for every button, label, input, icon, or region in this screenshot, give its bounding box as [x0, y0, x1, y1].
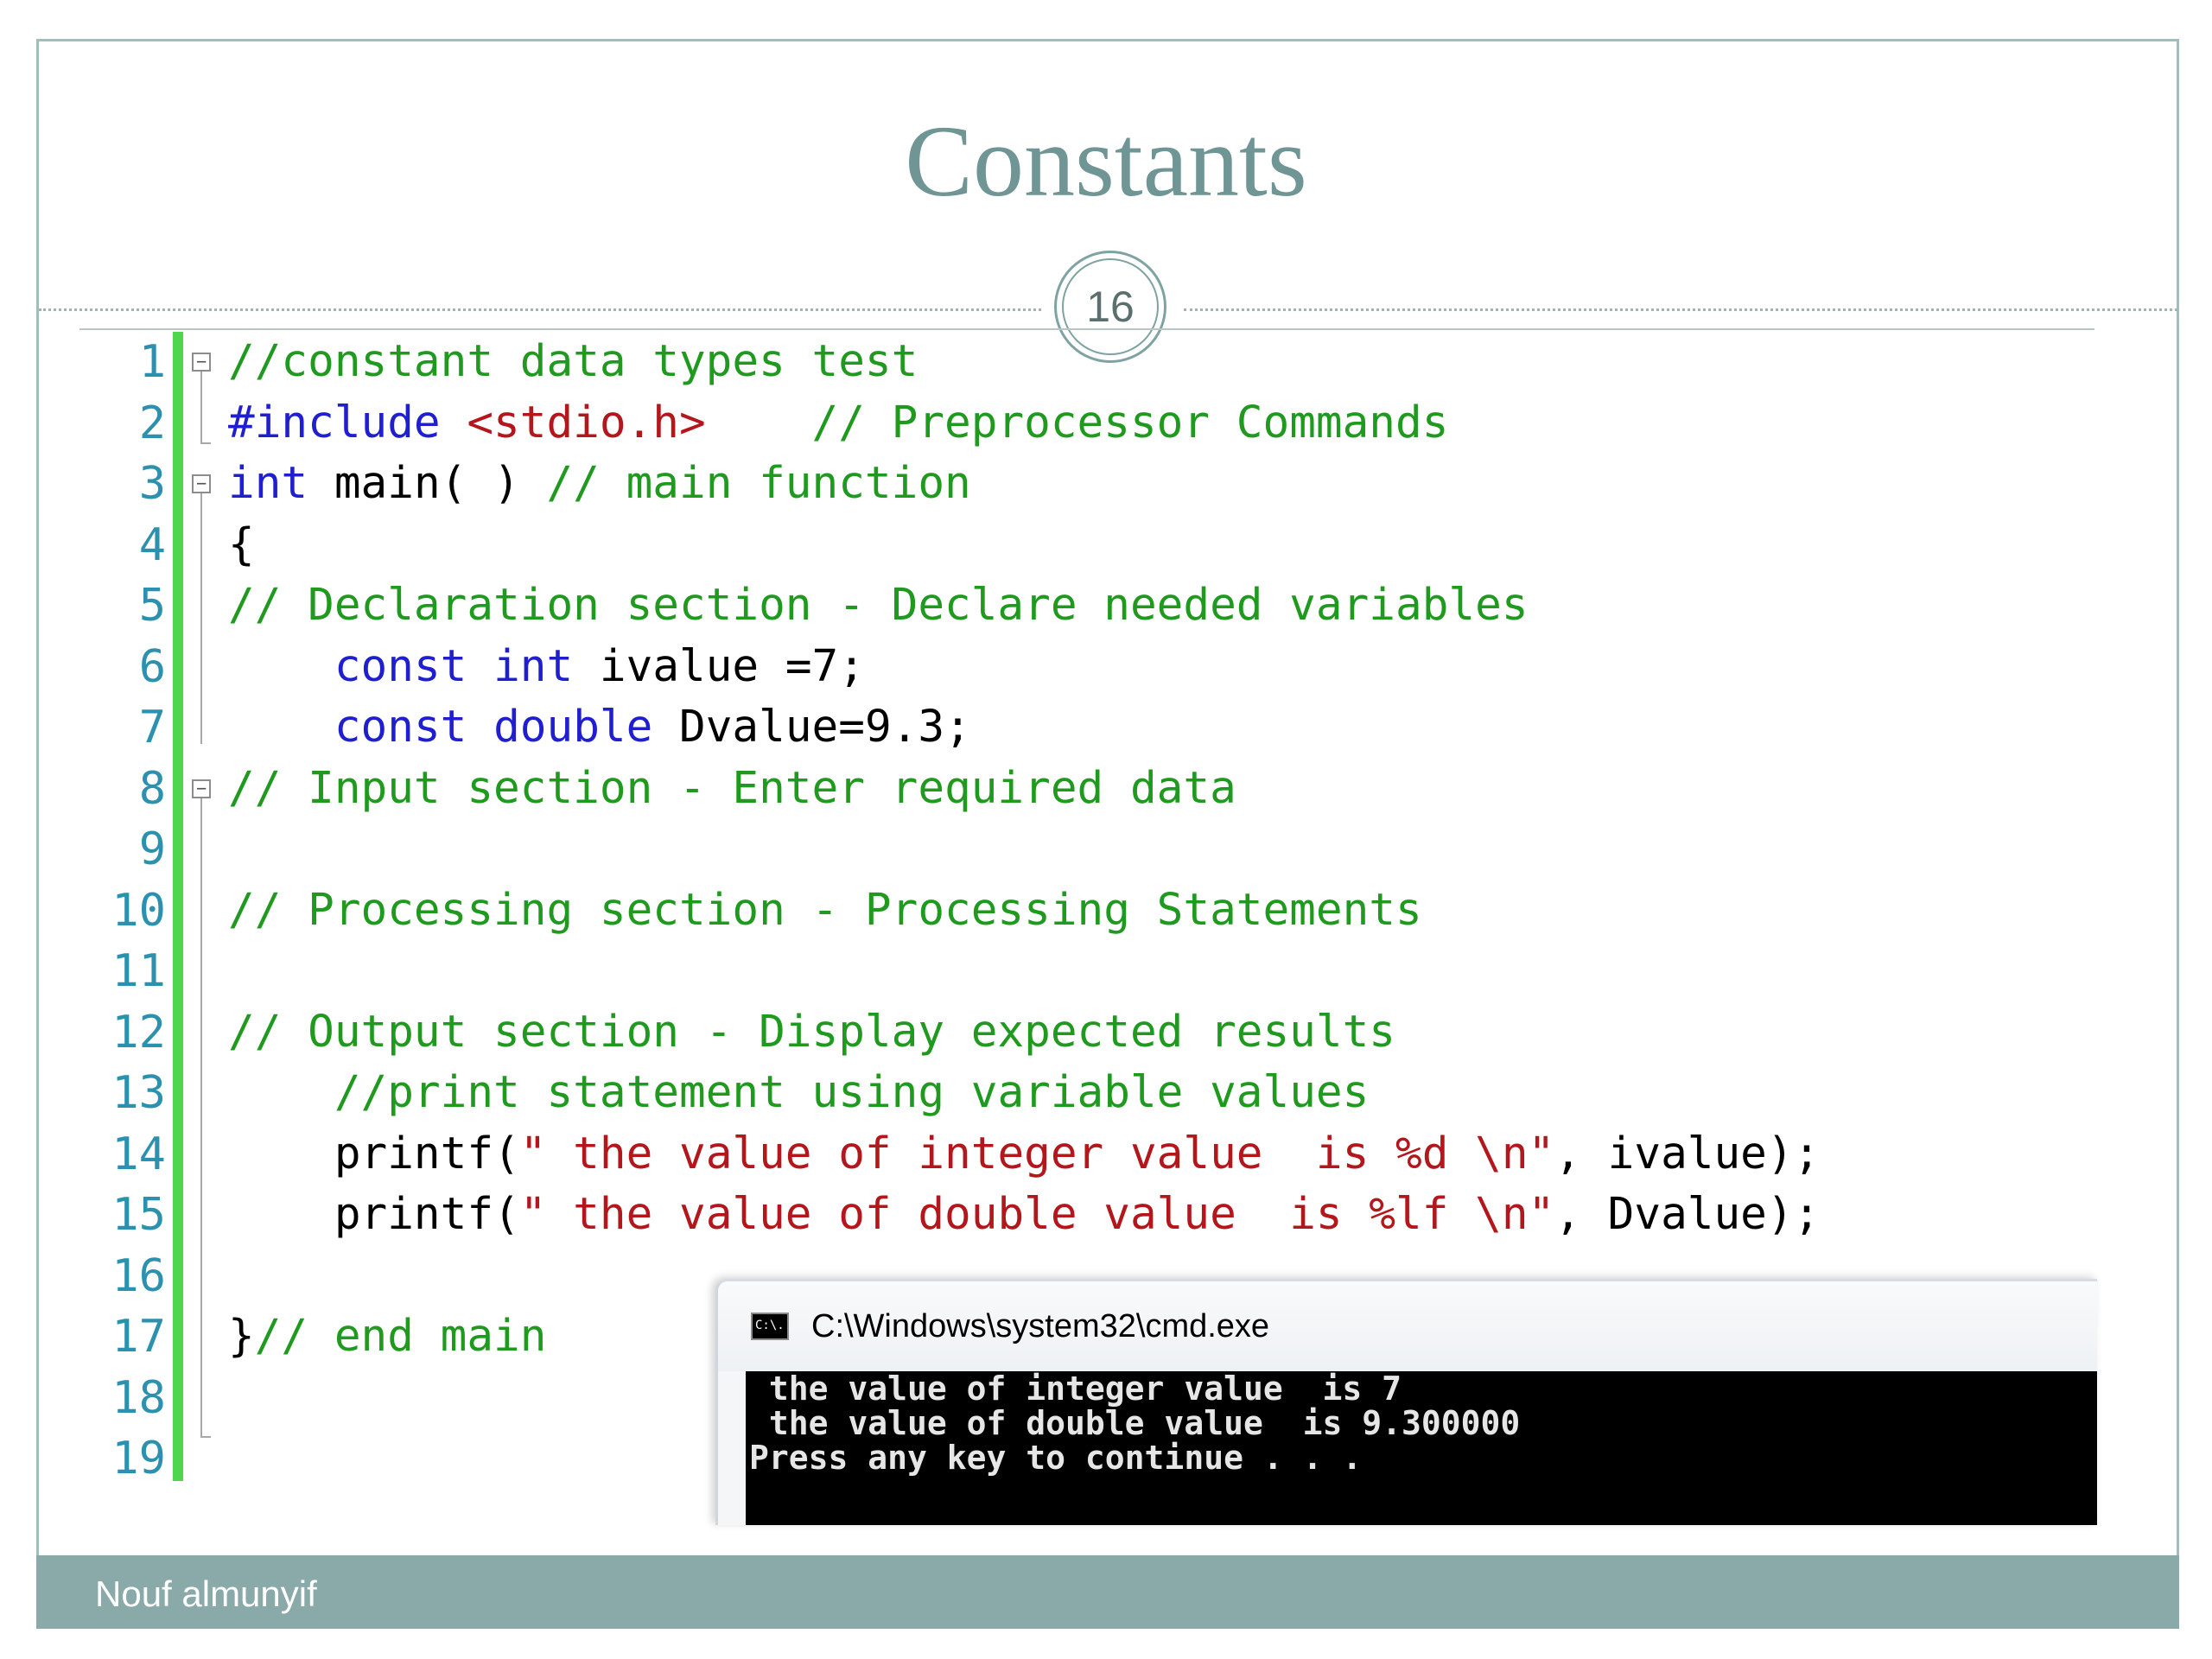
code-token: {	[228, 518, 255, 570]
code-token: const	[334, 640, 467, 692]
code-token: // main function	[546, 458, 971, 509]
line-number: 16	[111, 1249, 166, 1302]
code-token: //print statement using variable values	[334, 1067, 1370, 1118]
cmd-icon: C:\.	[751, 1313, 789, 1340]
code-token: // Input section - Enter required data	[228, 762, 1236, 814]
code-line[interactable]: const double Dvalue=9.3;	[228, 697, 1820, 759]
fold-guide-end	[200, 442, 211, 444]
code-token: // Processing section - Processing State…	[228, 884, 1422, 936]
code-token: , Dvalue);	[1554, 1189, 1821, 1240]
line-number: 17	[111, 1311, 166, 1363]
line-number: 19	[111, 1433, 166, 1484]
code-line[interactable]: // Input section - Enter required data	[228, 759, 1820, 820]
code-token: }	[228, 1311, 255, 1362]
console-line: Press any key to continue . . .	[749, 1439, 1363, 1477]
console-line: the value of double value is 9.300000	[749, 1404, 1521, 1442]
code-token: // end main	[254, 1311, 547, 1362]
code-token: <stdio.h>	[467, 397, 706, 448]
fold-guide-line	[200, 790, 202, 1436]
title-divider-left	[39, 308, 1041, 311]
code-token: // Declaration section - Declare needed …	[228, 580, 1529, 631]
code-line[interactable]: //constant data types test	[228, 332, 1820, 393]
code-line[interactable]: {	[228, 515, 1820, 576]
line-number: 7	[138, 702, 166, 753]
code-token: // Preprocessor Commands	[811, 397, 1449, 448]
cmd-window-title: C:\Windows\system32\cmd.exe	[811, 1308, 1270, 1344]
line-number: 2	[138, 397, 166, 449]
line-number: 14	[111, 1128, 166, 1180]
code-line[interactable]: // Declaration section - Declare needed …	[228, 575, 1820, 637]
code-line[interactable]: const int ivalue =7;	[228, 637, 1820, 698]
line-number-gutter: 1 2 3 4 5 6 7 8 9 10 11 12 13 14 15 16 17 18 19	[79, 332, 166, 1490]
code-line[interactable]	[228, 819, 1820, 880]
code-editor-top-border	[79, 328, 2094, 330]
outlining-margin: − − −	[190, 332, 225, 1481]
code-line[interactable]: #include <stdio.h> // Preprocessor Comma…	[228, 393, 1820, 454]
cmd-console-output[interactable]: the value of integer value is 7 the valu…	[746, 1371, 2097, 1525]
line-number: 12	[111, 1006, 166, 1058]
cmd-window[interactable]: C:\. C:\Windows\system32\cmd.exe the val…	[715, 1279, 2097, 1525]
line-number: 10	[111, 884, 166, 937]
line-number: 6	[138, 640, 166, 693]
code-token: " the value of integer value is %d \n"	[519, 1128, 1555, 1179]
line-number: 18	[111, 1371, 166, 1424]
title-divider-right	[1184, 308, 2177, 311]
change-tracking-bar	[173, 332, 183, 1481]
line-number: 9	[138, 823, 166, 875]
footer-author: Nouf almunyif	[95, 1573, 317, 1614]
code-token: int	[493, 640, 574, 692]
code-token: const	[334, 702, 467, 753]
code-line[interactable]: // Processing section - Processing State…	[228, 880, 1820, 942]
code-token: int	[228, 458, 308, 509]
code-token: main( )	[308, 458, 547, 509]
slide-footer: Nouf almunyif	[36, 1555, 2179, 1629]
console-line: the value of integer value is 7	[749, 1370, 1402, 1408]
line-number: 3	[138, 458, 166, 510]
collapse-icon[interactable]: −	[192, 353, 211, 372]
line-number: 8	[138, 762, 166, 815]
code-token: printf(	[228, 1128, 520, 1179]
code-line[interactable]	[228, 941, 1820, 1002]
line-number: 4	[138, 518, 166, 571]
line-number: 13	[111, 1067, 166, 1119]
line-number: 5	[138, 580, 166, 632]
cmd-titlebar[interactable]: C:\. C:\Windows\system32\cmd.exe	[718, 1281, 2097, 1371]
fold-guide-end	[200, 1436, 211, 1438]
code-token: printf(	[228, 1189, 520, 1240]
line-number: 1	[138, 336, 166, 388]
code-line[interactable]: // Output section - Display expected res…	[228, 1002, 1820, 1064]
line-number: 11	[111, 945, 166, 997]
code-token: //constant data types test	[228, 336, 918, 387]
collapse-icon[interactable]: −	[192, 474, 211, 493]
code-line[interactable]: printf(" the value of double value is %l…	[228, 1185, 1820, 1246]
code-token: #include	[228, 397, 467, 448]
code-line[interactable]: int main( ) // main function	[228, 454, 1820, 515]
code-line[interactable]: printf(" the value of integer value is %…	[228, 1124, 1820, 1185]
code-token: double	[493, 702, 653, 753]
code-token: , ivalue);	[1554, 1128, 1821, 1179]
code-token: // Output section - Display expected res…	[228, 1006, 1396, 1058]
fold-guide-line	[200, 485, 202, 744]
code-token: " the value of double value is %lf \n"	[519, 1189, 1555, 1240]
code-token: Dvalue=9.3;	[652, 702, 971, 753]
line-number: 15	[111, 1189, 166, 1241]
code-line[interactable]: //print statement using variable values	[228, 1063, 1820, 1124]
slide-title: Constants	[905, 105, 1307, 218]
code-token: ivalue =7;	[573, 640, 865, 692]
fold-guide-line	[200, 363, 202, 442]
collapse-icon[interactable]: −	[192, 779, 211, 798]
